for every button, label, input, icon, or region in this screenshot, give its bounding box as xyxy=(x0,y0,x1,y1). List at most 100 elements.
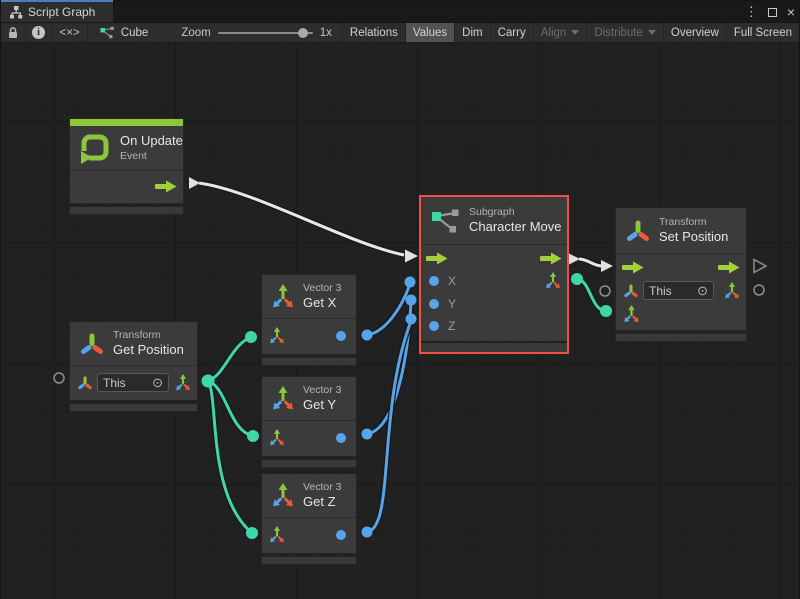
info-icon: i xyxy=(32,26,45,39)
carry-button[interactable]: Carry xyxy=(491,23,534,42)
wire-getposition-to-getx[interactable] xyxy=(208,331,257,381)
zoom-slider-knob[interactable] xyxy=(298,28,308,38)
input-port-y[interactable] xyxy=(429,299,439,309)
getposition-unconnected-port[interactable] xyxy=(54,373,64,383)
node-title: Get Position xyxy=(113,342,184,358)
float-output-port[interactable] xyxy=(336,433,346,443)
wire-getx-to-x[interactable] xyxy=(362,277,416,341)
chevron-down-icon xyxy=(648,30,656,35)
window-controls: ⋮ × xyxy=(745,1,795,23)
align-button[interactable]: Align xyxy=(534,23,588,42)
flow-output-port[interactable] xyxy=(155,180,177,193)
wire-getposition-to-gety[interactable] xyxy=(208,381,259,442)
wire-charactermove-to-setposition-vector[interactable] xyxy=(571,273,612,317)
input-port-z[interactable] xyxy=(429,321,439,331)
node-get-y[interactable]: Vector 3 Get Y xyxy=(261,376,357,468)
node-on-update[interactable]: On Update Event xyxy=(69,118,184,215)
object-picker-icon[interactable]: ⊙ xyxy=(152,376,163,389)
vector3-icon xyxy=(270,284,296,310)
this-object-field[interactable]: This ⊙ xyxy=(643,281,714,300)
edit-code-button[interactable]: <×> xyxy=(52,23,88,42)
this-field-value: This xyxy=(649,284,672,298)
port-label-x: X xyxy=(448,274,456,288)
flow-output-port[interactable] xyxy=(718,261,740,274)
full-screen-button[interactable]: Full Screen xyxy=(727,23,799,42)
overview-label: Overview xyxy=(671,27,719,39)
this-object-field[interactable]: This ⊙ xyxy=(97,373,169,392)
script-graph-icon xyxy=(9,5,23,19)
relations-label: Relations xyxy=(350,27,398,39)
vector3-output-port[interactable] xyxy=(544,272,562,290)
flow-output-port[interactable] xyxy=(540,252,562,265)
tab-bar: Script Graph ⋮ × xyxy=(1,1,799,23)
getposition-output-endpoint[interactable] xyxy=(202,375,215,388)
setposition-unconnected-value-out[interactable] xyxy=(754,285,764,295)
wire-charactermove-to-setposition[interactable] xyxy=(568,253,613,272)
wire-getz-to-z[interactable] xyxy=(362,314,417,538)
node-title: Get Z xyxy=(303,494,342,510)
node-subtitle: Transform xyxy=(659,216,728,229)
node-footer xyxy=(69,206,184,215)
subgraph-icon xyxy=(431,208,461,234)
node-get-x[interactable]: Vector 3 Get X xyxy=(261,274,357,366)
object-picker-icon[interactable]: ⊙ xyxy=(697,284,708,297)
setposition-unconnected-this-port[interactable] xyxy=(600,286,610,296)
dim-label: Dim xyxy=(462,27,482,39)
vector3-input-port[interactable] xyxy=(268,526,286,544)
lock-button[interactable] xyxy=(1,23,26,42)
wire-getposition-to-getz[interactable] xyxy=(208,381,258,539)
node-subtitle: Vector 3 xyxy=(303,384,342,397)
node-footer xyxy=(69,403,198,412)
float-output-port[interactable] xyxy=(336,331,346,341)
dim-button[interactable]: Dim xyxy=(455,23,490,42)
port-label-z: Z xyxy=(448,319,455,333)
input-port-x[interactable] xyxy=(429,276,439,286)
lock-icon xyxy=(7,26,19,40)
node-get-z[interactable]: Vector 3 Get Z xyxy=(261,473,357,565)
transform-input-port[interactable] xyxy=(77,375,93,391)
flow-input-port[interactable] xyxy=(426,252,448,265)
flow-input-port[interactable] xyxy=(622,261,644,274)
node-footer xyxy=(421,343,567,352)
graph-target-button[interactable]: Cube xyxy=(93,23,156,42)
distribute-label: Distribute xyxy=(594,27,643,39)
close-icon[interactable]: × xyxy=(787,7,795,17)
vector3-output-port[interactable] xyxy=(723,282,741,300)
setposition-unconnected-flow-out[interactable] xyxy=(754,260,766,273)
values-label: Values xyxy=(413,27,447,39)
values-button[interactable]: Values xyxy=(406,23,455,42)
transform-input-port[interactable] xyxy=(623,283,639,299)
vector3-output-port[interactable] xyxy=(174,374,192,392)
zoom-slider[interactable] xyxy=(218,32,313,34)
node-subtitle: Event xyxy=(120,150,183,163)
toolbar-toggles: Relations Values Dim Carry Align Distrib… xyxy=(342,23,799,42)
graph-target-label: Cube xyxy=(121,27,149,39)
zoom-label: Zoom xyxy=(181,27,210,39)
node-get-position[interactable]: Transform Get Position This ⊙ xyxy=(69,321,198,412)
wire-onupdate-to-charactermove[interactable] xyxy=(189,177,418,263)
node-footer xyxy=(261,556,357,565)
node-footer xyxy=(261,459,357,468)
menu-icon[interactable]: ⋮ xyxy=(745,4,758,20)
zoom-value: 1x xyxy=(320,27,332,39)
float-output-port[interactable] xyxy=(336,530,346,540)
relations-button[interactable]: Relations xyxy=(342,23,406,42)
transform-icon xyxy=(625,218,651,244)
vector3-input-port[interactable] xyxy=(268,327,286,345)
port-label-y: Y xyxy=(448,297,456,311)
graph-canvas[interactable]: On Update Event Subgraph xyxy=(1,43,799,599)
node-character-move[interactable]: Subgraph Character Move X xyxy=(419,195,569,354)
node-title: Get X xyxy=(303,295,342,311)
script-graph-window: Script Graph ⋮ × i <×> Cube Zoom 1x xyxy=(0,0,800,599)
code-icon: <×> xyxy=(60,27,80,39)
distribute-button[interactable]: Distribute xyxy=(587,23,664,42)
maximize-icon[interactable] xyxy=(768,8,777,17)
inspect-button[interactable]: i xyxy=(26,23,52,42)
tab-script-graph[interactable]: Script Graph xyxy=(1,0,113,22)
node-set-position[interactable]: Transform Set Position This ⊙ xyxy=(615,207,747,342)
node-title: Character Move xyxy=(469,219,561,235)
vector3-input-port[interactable] xyxy=(268,429,286,447)
wire-gety-to-y[interactable] xyxy=(362,295,417,440)
overview-button[interactable]: Overview xyxy=(664,23,727,42)
vector3-input-port[interactable] xyxy=(622,305,641,324)
